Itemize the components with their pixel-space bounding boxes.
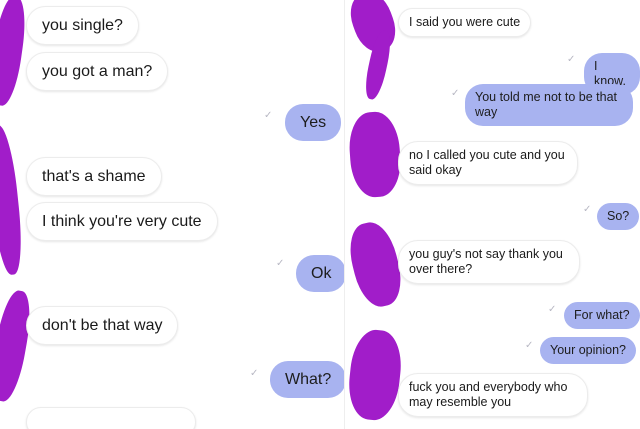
redaction-scribble bbox=[345, 327, 405, 423]
message-bubble: You told me not to be that way bbox=[465, 84, 633, 126]
message-bubble: no I called you cute and you said okay bbox=[398, 141, 578, 185]
left-chat-panel: you single? you got a man? ✓ Yes that's … bbox=[0, 0, 345, 429]
message-bubble: you single? bbox=[26, 6, 139, 46]
message-bubble: you guy's not say thank you over there? bbox=[398, 240, 580, 284]
seen-checkmark-icon: ✓ bbox=[264, 110, 273, 121]
redaction-scribble bbox=[0, 288, 36, 404]
message-bubble: I think you're very cute bbox=[26, 202, 218, 242]
seen-checkmark-icon: ✓ bbox=[451, 88, 460, 99]
right-chat-panel: I said you were cute ✓ I know. ✓ You tol… bbox=[345, 0, 640, 429]
message-bubble: Ok bbox=[296, 255, 345, 293]
seen-checkmark-icon: ✓ bbox=[583, 204, 592, 215]
redaction-scribble bbox=[0, 0, 30, 108]
seen-checkmark-icon: ✓ bbox=[250, 368, 259, 379]
message-bubble: don't be that way bbox=[26, 306, 179, 346]
message-bubble: I said you were cute bbox=[398, 8, 532, 37]
message-bubble: fuck you and everybody who may resemble … bbox=[398, 373, 588, 417]
seen-checkmark-icon: ✓ bbox=[548, 304, 557, 315]
seen-checkmark-icon: ✓ bbox=[276, 258, 285, 269]
message-bubble: What? bbox=[270, 361, 345, 399]
message-bubble: that's a shame bbox=[26, 157, 162, 197]
message-bubble: So? bbox=[597, 203, 640, 230]
message-bubble-partial bbox=[26, 407, 196, 429]
redaction-scribble bbox=[347, 110, 403, 199]
message-bubble: you got a man? bbox=[26, 52, 169, 92]
message-bubble: Yes bbox=[285, 104, 342, 142]
seen-checkmark-icon: ✓ bbox=[525, 340, 534, 351]
seen-checkmark-icon: ✓ bbox=[567, 54, 576, 65]
message-bubble: Your opinion? bbox=[540, 337, 636, 364]
redaction-scribble bbox=[0, 124, 26, 276]
message-bubble: For what? bbox=[564, 302, 640, 329]
